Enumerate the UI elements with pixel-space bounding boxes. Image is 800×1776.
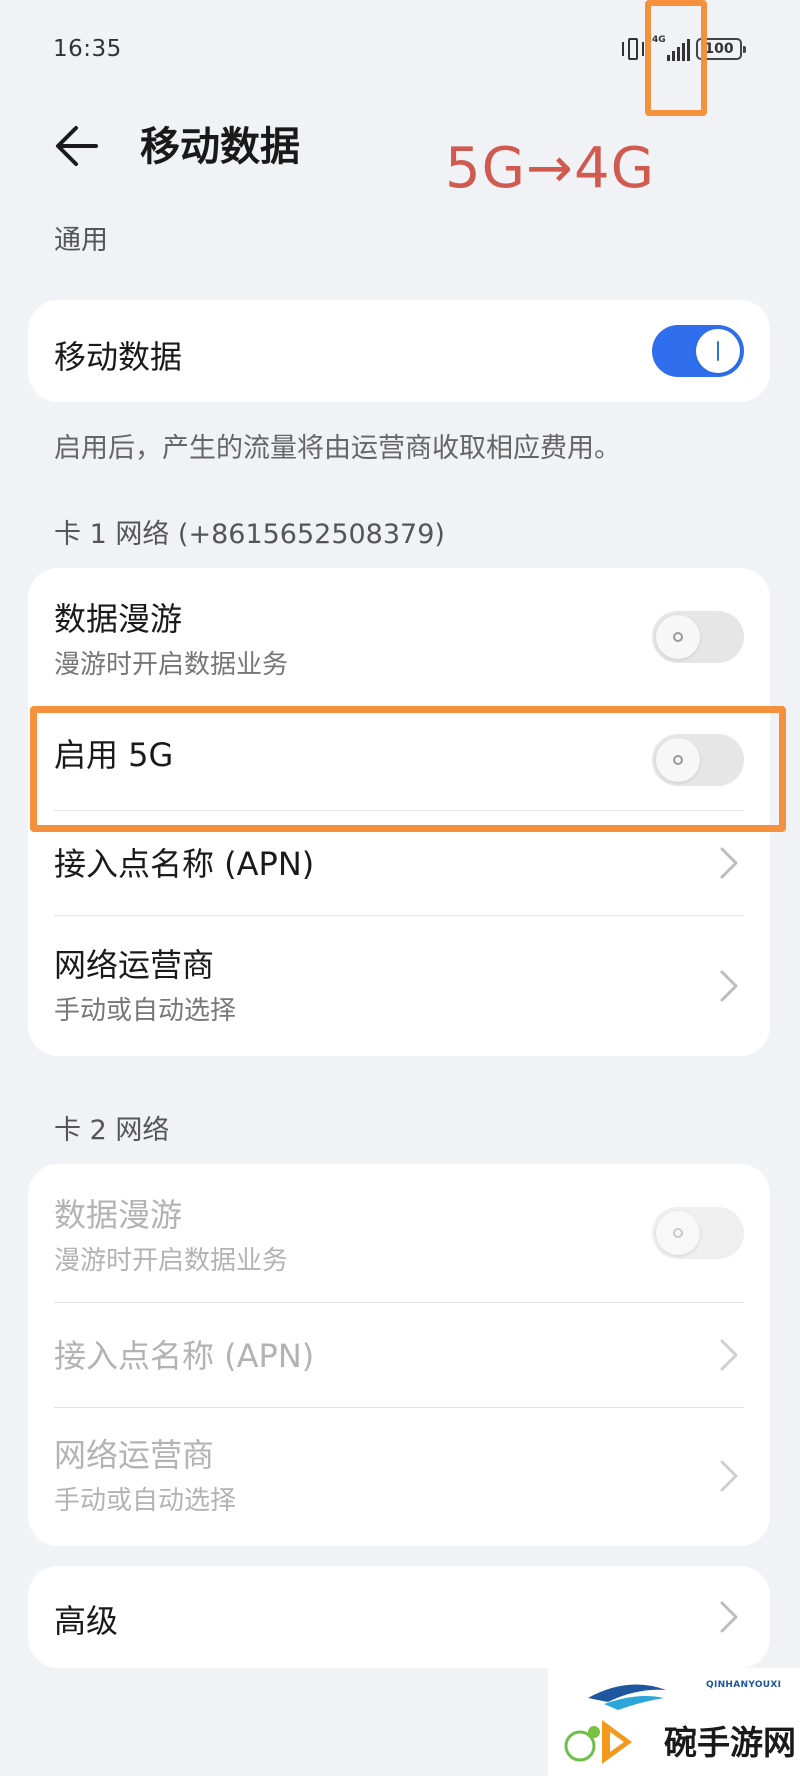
row-sim2-carrier[interactable]: 网络运营商 手动或自动选择 <box>28 1408 770 1546</box>
row-title: 高级 <box>54 1602 119 1640</box>
row-subtitle: 漫游时开启数据业务 <box>54 650 289 680</box>
row-title: 网络运营商 <box>54 1436 215 1474</box>
card-general: 移动数据 <box>28 300 770 402</box>
card-sim2: 数据漫游 漫游时开启数据业务 接入点名称 (APN) 网络运营商 手动或自动选择 <box>28 1164 770 1546</box>
chevron-right-icon <box>720 1601 738 1633</box>
mobile-data-note: 启用后，产生的流量将由运营商收取相应费用。 <box>54 433 621 464</box>
section-label-general: 通用 <box>54 225 108 256</box>
sim1-roaming-toggle[interactable] <box>652 611 744 663</box>
section-label-sim1: 卡 1 网络 (+8615652508379) <box>54 519 445 550</box>
row-sim1-roaming[interactable]: 数据漫游 漫游时开启数据业务 <box>28 568 770 698</box>
chevron-right-icon <box>720 847 738 879</box>
header: 移动数据 <box>0 100 800 190</box>
card-advanced: 高级 <box>28 1566 770 1668</box>
row-title: 接入点名称 (APN) <box>54 845 315 883</box>
chevron-right-icon <box>720 970 738 1002</box>
row-subtitle: 漫游时开启数据业务 <box>54 1246 289 1276</box>
battery-level: 100 <box>704 41 734 57</box>
mobile-data-toggle[interactable] <box>652 325 744 377</box>
row-subtitle: 手动或自动选择 <box>54 1486 237 1516</box>
row-title: 移动数据 <box>54 338 183 376</box>
row-title: 数据漫游 <box>54 600 183 638</box>
row-title: 接入点名称 (APN) <box>54 1337 315 1375</box>
row-sim2-apn[interactable]: 接入点名称 (APN) <box>28 1303 770 1407</box>
vibrate-icon <box>622 36 644 62</box>
row-subtitle: 手动或自动选择 <box>54 996 237 1026</box>
row-title: 数据漫游 <box>54 1196 183 1234</box>
chevron-right-icon <box>720 1339 738 1371</box>
watermark-tag: QINHANYOUXI <box>706 1680 782 1690</box>
row-sim2-roaming[interactable]: 数据漫游 漫游时开启数据业务 <box>28 1164 770 1294</box>
sim2-roaming-toggle[interactable] <box>652 1207 744 1259</box>
chevron-right-icon <box>720 1460 738 1492</box>
section-label-sim2: 卡 2 网络 <box>54 1115 170 1146</box>
row-title: 网络运营商 <box>54 946 215 984</box>
row-sim1-carrier[interactable]: 网络运营商 手动或自动选择 <box>28 916 770 1056</box>
enable-5g-highlight-box <box>30 706 786 832</box>
row-mobile-data[interactable]: 移动数据 <box>28 300 770 402</box>
watermark: QINHANYOUXI 碗手游网 <box>548 1668 800 1776</box>
watermark-text: 碗手游网 <box>664 1723 796 1762</box>
signal-highlight-box <box>645 0 707 116</box>
page-title: 移动数据 <box>140 124 300 170</box>
back-arrow-icon[interactable] <box>50 118 106 174</box>
row-advanced[interactable]: 高级 <box>28 1566 770 1668</box>
status-time: 16:35 <box>53 36 122 62</box>
